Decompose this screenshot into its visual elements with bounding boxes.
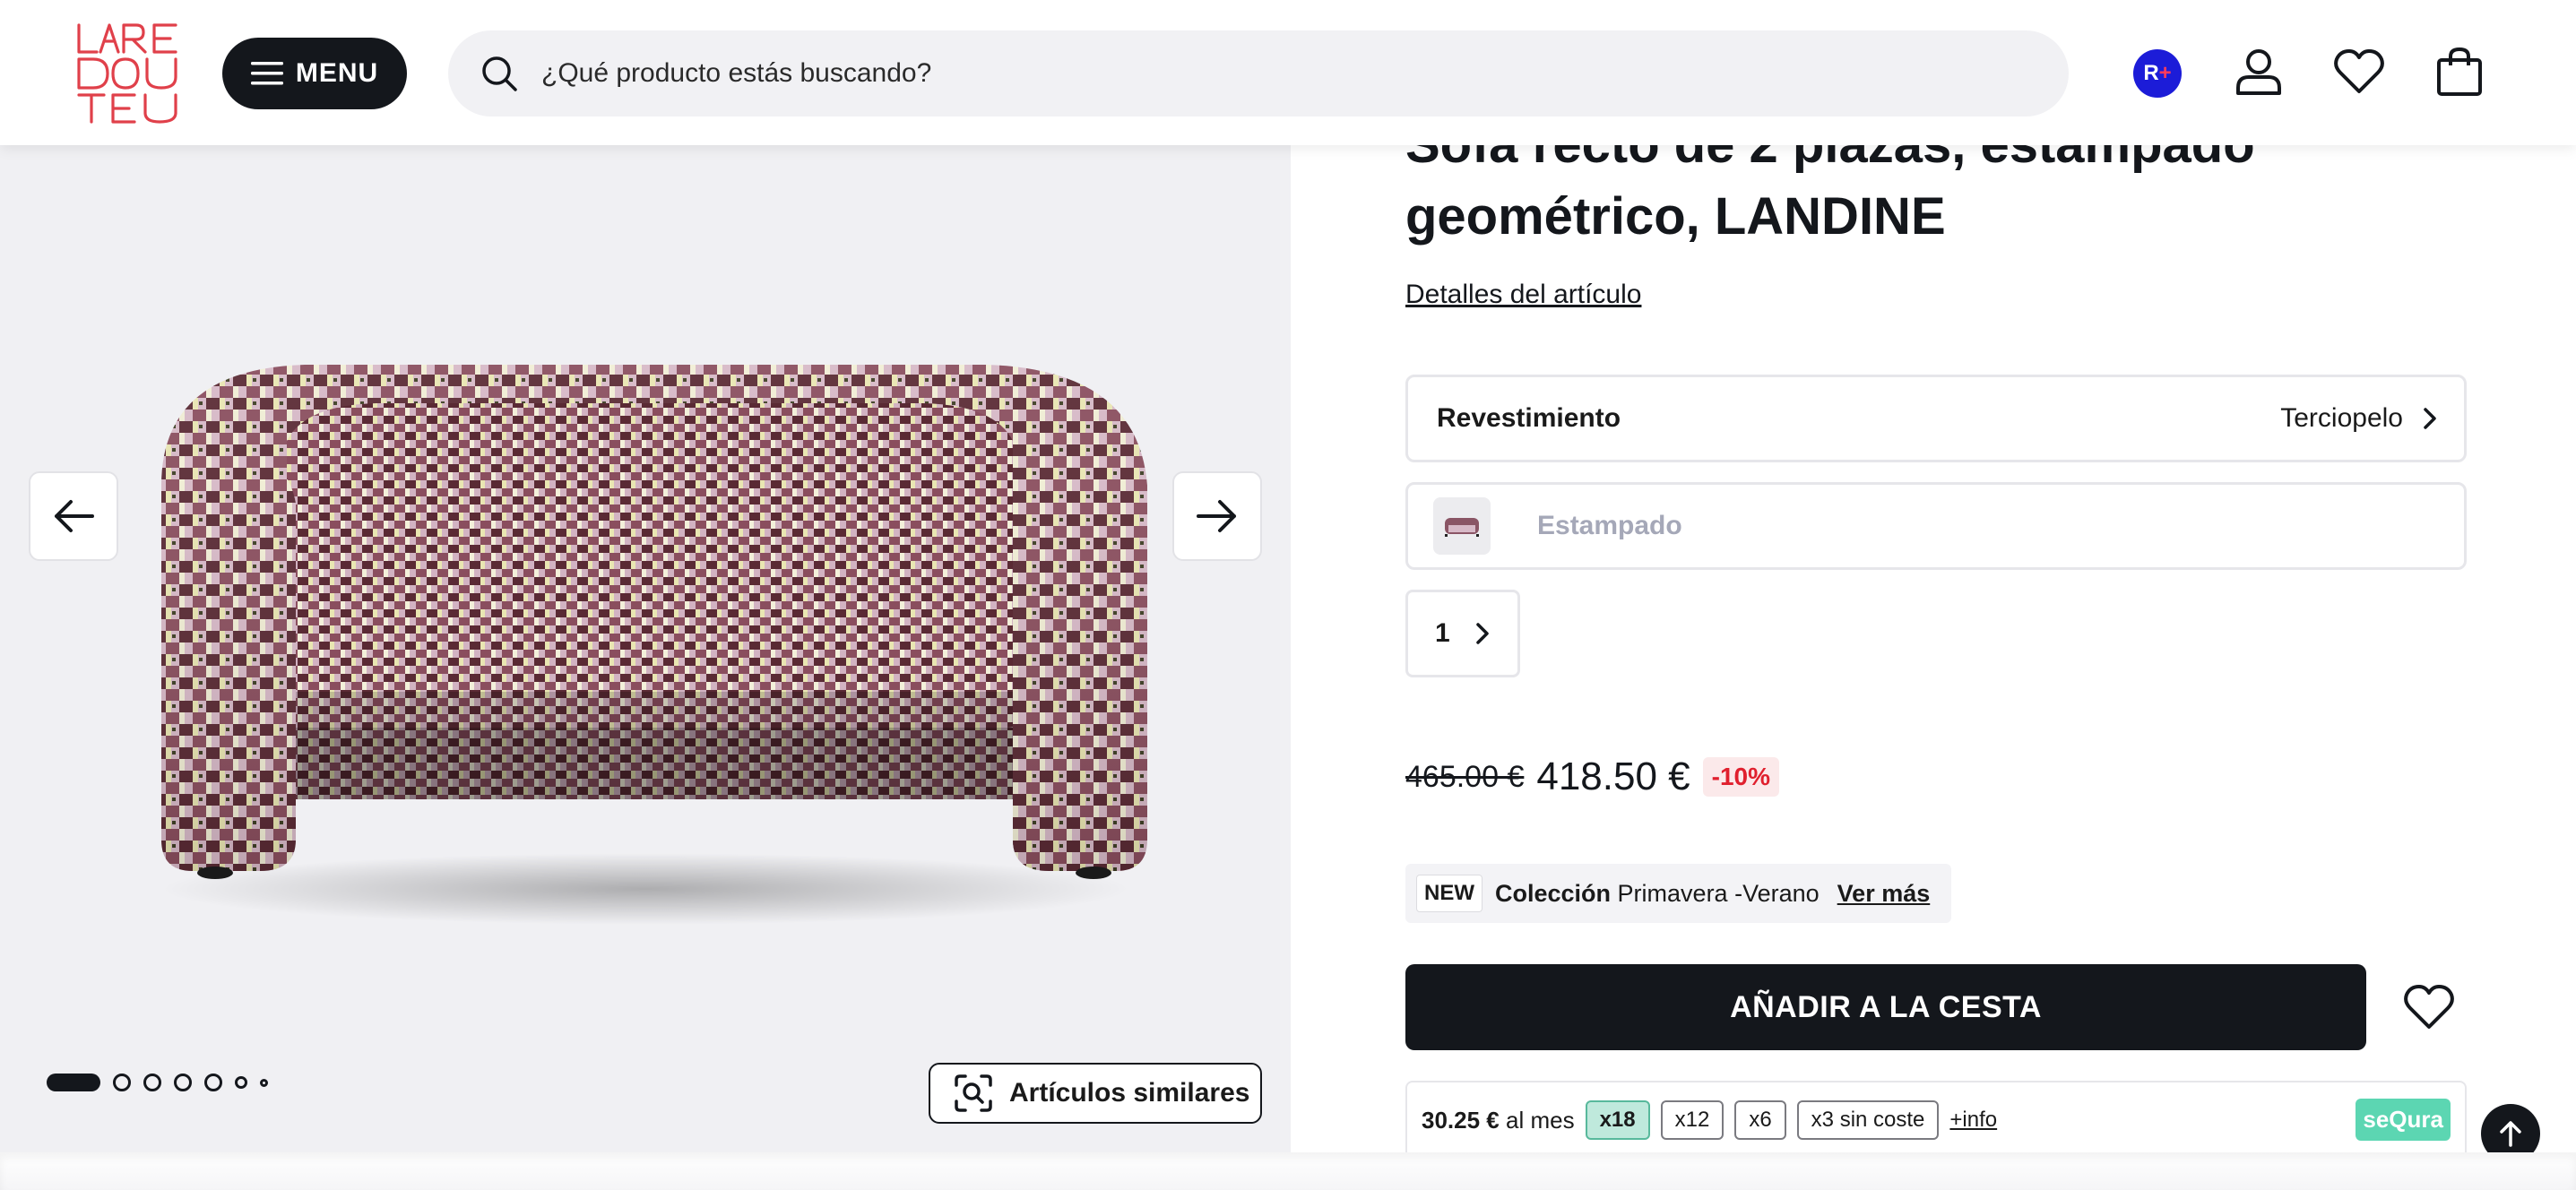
carousel-dot-active[interactable]: [47, 1074, 100, 1091]
wishlist-icon[interactable]: [2332, 45, 2386, 99]
heart-icon: [2404, 985, 2454, 1029]
chevron-right-icon: [1475, 623, 1489, 644]
product-image[interactable]: [125, 351, 1165, 943]
menu-label: MENU: [295, 58, 379, 88]
installment-amount: 30.25 € al mes: [1422, 1107, 1575, 1134]
prev-image-button[interactable]: [29, 471, 118, 561]
menu-button[interactable]: MENU: [222, 38, 407, 109]
quantity-value: 1: [1435, 618, 1450, 648]
add-to-cart-button[interactable]: AÑADIR A LA CESTA: [1405, 964, 2366, 1050]
product-gallery[interactable]: Artículos similares: [0, 145, 1291, 1152]
carousel-dot[interactable]: [113, 1074, 131, 1091]
installment-info-link[interactable]: +info: [1949, 1108, 1997, 1133]
carousel-dot[interactable]: [174, 1074, 192, 1091]
chevron-right-icon: [2424, 408, 2436, 429]
hamburger-icon: [250, 62, 283, 85]
pattern-placeholder: Estampado: [1537, 511, 1682, 540]
next-image-button[interactable]: [1172, 471, 1262, 561]
installment-option-18[interactable]: x18: [1585, 1100, 1650, 1140]
carousel-dot[interactable]: [204, 1074, 222, 1091]
arrow-right-icon: [1197, 500, 1236, 532]
pattern-selector[interactable]: Estampado: [1405, 482, 2467, 570]
current-price: 418.50 €: [1536, 755, 1690, 798]
carousel-dot[interactable]: [235, 1076, 247, 1089]
see-more-link[interactable]: Ver más: [1837, 880, 1931, 908]
site-header: MENU R+: [0, 0, 2576, 145]
details-link[interactable]: Detalles del artículo: [1405, 280, 1641, 310]
coating-selector[interactable]: Revestimiento Terciopelo: [1405, 375, 2467, 462]
sequra-logo: seQura: [2356, 1099, 2451, 1141]
search-icon: [482, 56, 517, 91]
pattern-swatch: [1433, 497, 1491, 555]
rplus-letter: R: [2143, 61, 2159, 85]
discount-badge: -10%: [1702, 757, 1780, 797]
account-icon[interactable]: [2232, 45, 2286, 99]
installment-option-3[interactable]: x3 sin coste: [1796, 1100, 1940, 1140]
carousel-dot[interactable]: [143, 1074, 161, 1091]
collection-text: Colección Primavera -Verano: [1495, 880, 1820, 908]
cart-icon[interactable]: [2433, 45, 2486, 99]
similar-items-label: Artículos similares: [1009, 1078, 1250, 1108]
coating-value-wrap: Terciopelo: [2280, 403, 2437, 434]
visual-search-icon: [955, 1074, 992, 1112]
old-price: 465.00 €: [1405, 759, 1525, 794]
coating-value: Terciopelo: [2280, 403, 2403, 433]
collection-prefix: Colección: [1495, 879, 1612, 907]
page-footer-edge: [0, 1152, 2576, 1190]
installment-price: 30.25 €: [1422, 1106, 1500, 1134]
installment-period: al mes: [1505, 1106, 1575, 1134]
quantity-selector[interactable]: 1: [1405, 590, 1520, 677]
installment-option-6[interactable]: x6: [1734, 1100, 1786, 1140]
collection-name: Primavera -Verano: [1617, 879, 1820, 907]
coating-label: Revestimiento: [1437, 403, 1621, 433]
arrow-left-icon: [55, 500, 94, 532]
search-input[interactable]: [541, 58, 1975, 89]
new-tag: NEW: [1416, 875, 1482, 912]
carousel-dots: [47, 1074, 268, 1091]
brand-logo[interactable]: [75, 22, 181, 125]
installments-widget: 30.25 € al mes x18 x12 x6 x3 sin coste +…: [1405, 1081, 2467, 1160]
collection-banner: NEW Colección Primavera -Verano Ver más: [1405, 864, 1952, 923]
rplus-badge[interactable]: R +: [2133, 49, 2182, 98]
rplus-plus: +: [2158, 61, 2172, 85]
installment-option-12[interactable]: x12: [1660, 1100, 1725, 1140]
price-row: 465.00 € 418.50 € -10%: [1405, 755, 1780, 799]
arrow-up-icon: [2500, 1121, 2521, 1147]
carousel-dot[interactable]: [260, 1078, 268, 1087]
search-bar[interactable]: [448, 30, 2069, 116]
similar-items-button[interactable]: Artículos similares: [929, 1063, 1262, 1124]
add-to-wishlist-button[interactable]: [2400, 979, 2458, 1036]
